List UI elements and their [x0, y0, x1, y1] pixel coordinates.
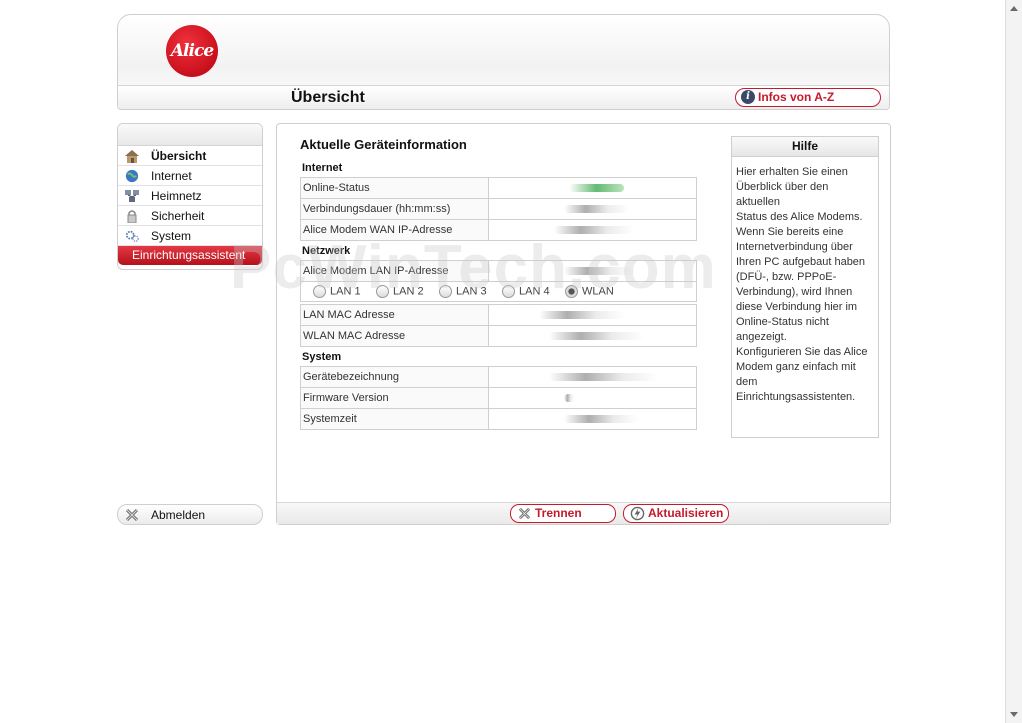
network-table: Alice Modem LAN IP-Adresse: [300, 260, 697, 282]
sidebar-item-label: Übersicht: [151, 149, 207, 163]
sidebar-item-internet[interactable]: Internet: [118, 166, 262, 186]
online-status-label: Online-Status: [300, 177, 489, 199]
group-title-netzwerk: Netzwerk: [302, 245, 351, 257]
header: Alice Übersicht i Infos von A-Z: [117, 14, 890, 110]
infos-a-z-button[interactable]: i Infos von A-Z: [735, 88, 881, 107]
system-time-label: Systemzeit: [300, 408, 489, 430]
table-row: WLAN MAC Adresse: [300, 325, 697, 347]
radio-icon[interactable]: [439, 285, 452, 298]
table-row: LAN MAC Adresse: [300, 304, 697, 326]
help-text: Hier erhalten Sie einen Überblick über d…: [736, 166, 868, 403]
scroll-up-icon[interactable]: [1010, 6, 1018, 11]
sidebar-item-label: Einrichtungsassistent: [132, 248, 246, 262]
refresh-button[interactable]: Aktualisieren: [623, 504, 729, 523]
port-label: LAN 1: [330, 285, 361, 298]
lan-mac-label: LAN MAC Adresse: [300, 304, 489, 326]
gear-icon: [125, 230, 139, 242]
lan-ip-value: [488, 260, 697, 282]
help-box: Hilfe Hier erhalten Sie einen Überblick …: [731, 136, 879, 438]
lan-ip-label: Alice Modem LAN IP-Adresse: [300, 260, 489, 282]
sidebar-item-sicherheit[interactable]: Sicherheit: [118, 206, 262, 226]
lock-icon: [127, 210, 137, 223]
port-label: LAN 4: [519, 285, 550, 298]
system-table: Gerätebezeichnung Firmware Version Syste…: [300, 366, 697, 430]
home-icon: [125, 150, 139, 163]
group-title-system: System: [302, 351, 342, 363]
logout-label: Abmelden: [151, 508, 206, 522]
table-row: Systemzeit: [300, 408, 697, 430]
table-row: Online-Status: [300, 177, 697, 199]
scroll-down-icon[interactable]: [1010, 712, 1018, 717]
connection-duration-value: [488, 198, 697, 220]
device-name-label: Gerätebezeichnung: [300, 366, 489, 388]
sidebar-nav: Übersicht Internet Heimnetz Sicherheit S…: [117, 123, 263, 270]
sidebar-item-system[interactable]: System: [118, 226, 262, 246]
close-icon: [125, 508, 139, 522]
page-title: Übersicht: [291, 89, 365, 106]
group-title-internet: Internet: [302, 162, 343, 174]
disconnect-button[interactable]: Trennen: [510, 504, 616, 523]
radio-icon[interactable]: [376, 285, 389, 298]
sidebar-header: [118, 124, 262, 146]
wlan-mac-label: WLAN MAC Adresse: [300, 325, 489, 347]
sidebar-item-label: Heimnetz: [151, 189, 202, 203]
table-row: Verbindungsdauer (hh:mm:ss): [300, 198, 697, 220]
lan-port-row: LAN 1 LAN 2 LAN 3 LAN 4 WLAN: [300, 282, 697, 302]
port-lan1[interactable]: LAN 1: [313, 285, 361, 298]
sidebar-item-label: Sicherheit: [151, 209, 205, 223]
table-row: Firmware Version: [300, 387, 697, 409]
sidebar-item-label: System: [151, 229, 192, 243]
alice-logo: Alice: [166, 25, 218, 77]
radio-checked-icon[interactable]: [565, 285, 578, 298]
network-icon: [125, 190, 139, 202]
info-icon: i: [741, 90, 755, 104]
lan-mac-value: [488, 304, 697, 326]
sidebar-item-uebersicht[interactable]: Übersicht: [118, 146, 262, 166]
online-status-value: [488, 177, 697, 199]
system-time-value: [488, 408, 697, 430]
sidebar-item-label: Internet: [151, 169, 192, 183]
port-wlan[interactable]: WLAN: [565, 285, 614, 298]
firmware-value: [488, 387, 697, 409]
disconnect-label: Trennen: [535, 506, 582, 520]
globe-icon: [125, 169, 139, 183]
sidebar-item-einrichtungsassistent[interactable]: Einrichtungsassistent: [118, 246, 262, 265]
port-label: WLAN: [582, 285, 614, 298]
refresh-icon: [630, 506, 645, 521]
table-row: Gerätebezeichnung: [300, 366, 697, 388]
logout-button[interactable]: Abmelden: [117, 504, 263, 525]
wan-ip-value: [488, 219, 697, 241]
refresh-label: Aktualisieren: [648, 506, 724, 520]
connection-duration-label: Verbindungsdauer (hh:mm:ss): [300, 198, 489, 220]
radio-icon[interactable]: [313, 285, 326, 298]
table-row: Alice Modem WAN IP-Adresse: [300, 219, 697, 241]
port-lan4[interactable]: LAN 4: [502, 285, 550, 298]
port-lan3[interactable]: LAN 3: [439, 285, 487, 298]
radio-icon[interactable]: [502, 285, 515, 298]
section-title: Aktuelle Geräteinformation: [300, 137, 467, 152]
port-label: LAN 2: [393, 285, 424, 298]
port-lan2[interactable]: LAN 2: [376, 285, 424, 298]
wan-ip-label: Alice Modem WAN IP-Adresse: [300, 219, 489, 241]
help-title: Hilfe: [732, 137, 878, 157]
internet-table: Online-Status Verbindungsdauer (hh:mm:ss…: [300, 177, 697, 241]
vertical-scrollbar[interactable]: [1005, 0, 1022, 723]
close-icon: [518, 507, 531, 520]
port-label: LAN 3: [456, 285, 487, 298]
infos-a-z-label: Infos von A-Z: [758, 90, 835, 104]
firmware-label: Firmware Version: [300, 387, 489, 409]
wlan-mac-value: [488, 325, 697, 347]
mac-table: LAN MAC Adresse WLAN MAC Adresse: [300, 304, 697, 347]
sidebar-item-heimnetz[interactable]: Heimnetz: [118, 186, 262, 206]
table-row: Alice Modem LAN IP-Adresse: [300, 260, 697, 282]
device-name-value: [488, 366, 697, 388]
